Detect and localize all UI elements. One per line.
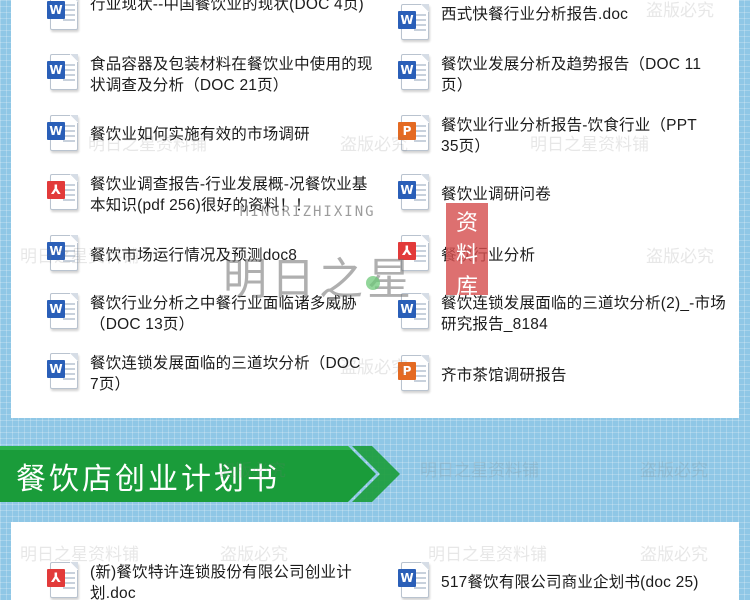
word-file-icon: W — [47, 293, 80, 331]
doc-title: 餐饮业调研问卷 — [441, 186, 551, 203]
logo-watermark-subtitle: MINGRIZHIXING — [240, 204, 376, 220]
doc-item-bottom-1[interactable]: ⅄ (新)餐饮特许连锁股份有限公司创业计划.doc — [47, 562, 377, 600]
word-file-icon: W — [398, 4, 431, 42]
doc-title: 餐饮业发展分析及趋势报告（DOC 11页） — [441, 56, 702, 94]
doc-item-bottom-2[interactable]: W 517餐饮有限公司商业企划书(doc 25) — [398, 562, 728, 600]
doc-item-13[interactable]: W 餐饮连锁发展面临的三道坎分析（DOC 7页） — [47, 353, 367, 395]
doc-title: 食品容器及包装材料在餐饮业中使用的现状调查及分析（DOC 21页） — [90, 56, 373, 94]
doc-item-2[interactable]: W 西式快餐行业分析报告.doc — [398, 4, 718, 42]
doc-item-1[interactable]: W 行业现状--中国餐饮业的现状(DOC 4页) — [47, 0, 367, 32]
pdf-file-icon: ⅄ — [47, 174, 80, 212]
logo-watermark: 明日之星 — [223, 254, 415, 305]
seal-stamp: 资 料 库 — [446, 203, 488, 300]
seal-char: 库 — [455, 275, 478, 300]
doc-title: 餐饮连锁发展面临的三道坎分析（DOC 7页） — [90, 355, 361, 393]
ppt-file-icon: P — [398, 355, 431, 393]
doc-title: 517餐饮有限公司商业企划书(doc 25) — [441, 574, 699, 591]
doc-title: 餐饮业行业分析报告-饮食行业（PPT 35页） — [441, 117, 697, 155]
doc-title: 齐市茶馆调研报告 — [441, 367, 567, 384]
pdf-file-icon: ⅄ — [47, 562, 80, 600]
seal-char: 料 — [455, 243, 478, 268]
word-file-icon: W — [47, 115, 80, 153]
doc-item-14[interactable]: P 齐市茶馆调研报告 — [398, 355, 718, 393]
logo-dot-icon — [366, 276, 380, 290]
word-file-icon: W — [47, 235, 80, 273]
ppt-file-icon: P — [398, 115, 431, 153]
word-file-icon: W — [398, 562, 431, 600]
word-file-icon: W — [47, 54, 80, 92]
doc-item-4[interactable]: W 餐饮业发展分析及趋势报告（DOC 11页） — [398, 54, 718, 96]
watermark-brand: 明日之星资料铺 — [420, 461, 539, 481]
doc-item-12[interactable]: W 餐饮连锁发展面临的三道坎分析(2)_-市场研究报告_8184 — [398, 293, 728, 335]
doc-title: 餐饮连锁发展面临的三道坎分析(2)_-市场研究报告_8184 — [441, 295, 726, 333]
word-file-icon: W — [47, 0, 80, 32]
watermark-piracy: 盗版必究 — [640, 461, 708, 481]
doc-item-3[interactable]: W 食品容器及包装材料在餐饮业中使用的现状调查及分析（DOC 21页） — [47, 54, 377, 96]
doc-title: (新)餐饮特许连锁股份有限公司创业计划.doc — [90, 564, 352, 600]
word-file-icon: W — [398, 174, 431, 212]
word-file-icon: W — [398, 54, 431, 92]
doc-title: 西式快餐行业分析报告.doc — [441, 6, 629, 23]
doc-item-6[interactable]: P 餐饮业行业分析报告-饮食行业（PPT 35页） — [398, 115, 718, 157]
doc-item-5[interactable]: W 餐饮业如何实施有效的市场调研 — [47, 115, 367, 153]
section-banner: 餐饮店创业计划书 — [0, 446, 400, 502]
section-title: 餐饮店创业计划书 — [16, 462, 280, 497]
doc-title: 餐饮业如何实施有效的市场调研 — [90, 126, 310, 143]
doc-title: 行业现状--中国餐饮业的现状(DOC 4页) — [90, 0, 364, 13]
word-file-icon: W — [47, 353, 80, 391]
seal-char: 资 — [455, 211, 478, 236]
